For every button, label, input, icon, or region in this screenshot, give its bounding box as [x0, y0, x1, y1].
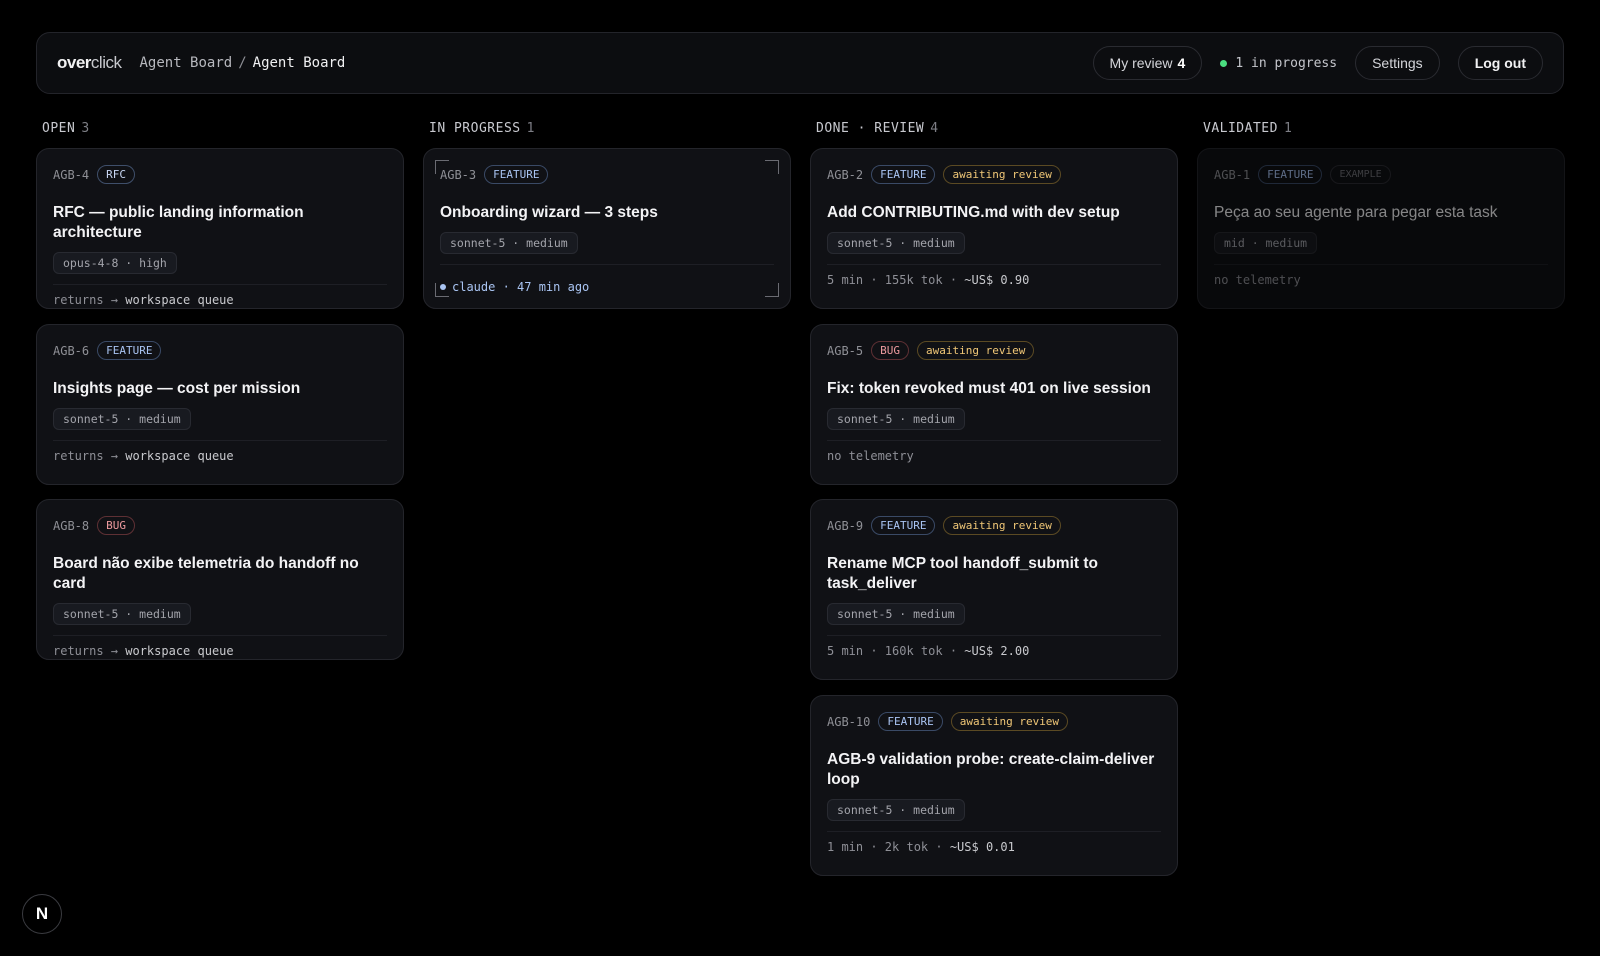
task-card-agb-2[interactable]: AGB-2 FEATURE awaiting review Add CONTRIBU…	[810, 148, 1178, 309]
logo[interactable]: overclick	[57, 53, 122, 73]
task-footer: returns → workspace queue	[53, 449, 234, 463]
task-title: Add CONTRIBUTING.md with dev setup	[827, 204, 1120, 221]
corner-bracket-icon	[435, 160, 449, 174]
settings-button[interactable]: Settings	[1355, 46, 1440, 80]
task-footer: returns → workspace queue	[53, 293, 234, 307]
my-review-count: 4	[1177, 55, 1186, 71]
task-footer: returns → workspace queue	[53, 644, 234, 658]
review-badge: awaiting review	[950, 712, 1069, 731]
task-title: AGB-9 validation probe: create-claim-del…	[827, 751, 1155, 788]
top-bar: overclick Agent Board / Agent Board My rev…	[36, 32, 1564, 94]
model-chip: opus-4-8 · high	[53, 252, 177, 274]
model-chip: sonnet-5 · medium	[827, 232, 965, 254]
review-badge: awaiting review	[917, 341, 1035, 360]
column-header-open: OPEN 3	[42, 121, 90, 136]
task-title: Board não exibe telemetria do handoff no…	[53, 555, 359, 592]
type-tag: RFC	[97, 165, 135, 184]
task-card-agb-5[interactable]: AGB-5 BUG awaiting review Fix: token revok…	[810, 324, 1178, 485]
breadcrumb: Agent Board / Agent Board	[139, 55, 346, 71]
task-title: Insights page — cost per mission	[53, 380, 301, 397]
task-card-agb-8[interactable]: AGB-8 BUG Board não exibe telemetria do h…	[36, 499, 404, 660]
task-title: RFC — public landing information archite…	[53, 204, 304, 241]
task-id: AGB-6	[53, 343, 90, 358]
type-tag: BUG	[97, 516, 135, 535]
model-chip: sonnet-5 · medium	[827, 603, 965, 625]
task-id: AGB-2	[827, 167, 864, 182]
task-title: Peça ao seu agente para pegar esta task	[1214, 204, 1498, 221]
task-card-agb-10[interactable]: AGB-10 FEATURE awaiting review AGB-9 valid…	[810, 695, 1178, 876]
corner-bracket-icon	[765, 160, 779, 174]
task-id: AGB-4	[53, 167, 90, 182]
dev-tools-badge-icon[interactable]: N	[22, 894, 62, 934]
status-dot-icon	[1220, 59, 1228, 67]
task-footer: 5 min · 155k tok · ~US$ 0.90	[827, 273, 1030, 287]
task-id: AGB-10	[827, 714, 871, 729]
breadcrumb-current: Agent Board	[252, 55, 346, 71]
type-tag: FEATURE	[1258, 165, 1323, 184]
type-tag: BUG	[871, 341, 909, 360]
task-card-agb-6[interactable]: AGB-6 FEATURE Insights page — cost per mi…	[36, 324, 404, 485]
column-header-done-review: DONE · REVIEW 4	[816, 121, 939, 136]
task-id: AGB-5	[827, 343, 864, 358]
type-tag: FEATURE	[871, 165, 936, 184]
model-chip: sonnet-5 · medium	[440, 232, 578, 254]
task-footer: 1 min · 2k tok · ~US$ 0.01	[827, 840, 1015, 854]
corner-bracket-icon	[435, 283, 449, 297]
logout-button[interactable]: Log out	[1457, 46, 1543, 80]
task-title: Onboarding wizard — 3 steps	[440, 204, 658, 221]
task-card-agb-9[interactable]: AGB-9 FEATURE awaiting review Rename MCP t…	[810, 499, 1178, 680]
task-footer: 5 min · 160k tok · ~US$ 2.00	[827, 644, 1030, 658]
task-id: AGB-8	[53, 518, 90, 533]
type-tag: FEATURE	[878, 712, 943, 731]
task-card-agb-3[interactable]: AGB-3 FEATURE Onboarding wizard — 3 steps…	[423, 148, 791, 309]
type-tag: FEATURE	[871, 516, 936, 535]
model-chip: mid · medium	[1214, 232, 1318, 254]
type-tag: FEATURE	[97, 341, 162, 360]
in-progress-status: 1 in progress	[1220, 56, 1337, 71]
task-id: AGB-9	[827, 518, 864, 533]
task-title: Rename MCP tool handoff_submit to task_d…	[827, 555, 1098, 592]
task-footer: claude · 47 min ago	[440, 265, 774, 301]
corner-bracket-icon	[765, 283, 779, 297]
column-header-validated: VALIDATED 1	[1203, 121, 1293, 136]
model-chip: sonnet-5 · medium	[827, 408, 965, 430]
type-tag: FEATURE	[484, 165, 549, 184]
task-footer: no telemetry	[827, 449, 914, 463]
task-card-agb-4[interactable]: AGB-4 RFC RFC — public landing informatio…	[36, 148, 404, 309]
task-footer: no telemetry	[1214, 273, 1301, 287]
breadcrumb-parent[interactable]: Agent Board	[139, 55, 232, 71]
review-badge: awaiting review	[943, 516, 1061, 535]
model-chip: sonnet-5 · medium	[53, 408, 191, 430]
model-chip: sonnet-5 · medium	[53, 603, 191, 625]
task-title: Fix: token revoked must 401 on live sess…	[827, 380, 1151, 397]
task-card-agb-1[interactable]: AGB-1 FEATURE EXAMPLE Peça ao seu agente p…	[1197, 148, 1565, 309]
task-id: AGB-1	[1214, 167, 1251, 182]
my-review-button[interactable]: My review 4	[1092, 46, 1203, 80]
review-badge: awaiting review	[943, 165, 1061, 184]
column-header-in-progress: IN PROGRESS 1	[429, 121, 535, 136]
model-chip: sonnet-5 · medium	[827, 799, 965, 821]
example-badge: EXAMPLE	[1330, 165, 1391, 184]
